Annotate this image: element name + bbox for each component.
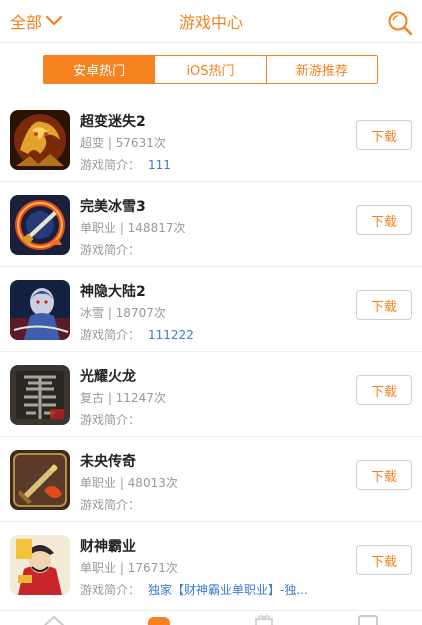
game-name[interactable]: 完美冰雪3 bbox=[80, 196, 146, 216]
intro-text: 111 bbox=[148, 158, 171, 172]
game-meta: 复古 | 11247次 bbox=[80, 391, 166, 405]
download-button[interactable]: 下载 bbox=[356, 290, 412, 320]
download-button[interactable]: 下载 bbox=[356, 205, 412, 235]
download-button[interactable]: 下载 bbox=[356, 545, 412, 575]
fortune-god-game-icon[interactable] bbox=[10, 535, 70, 595]
game-intro: 游戏简介： 111 bbox=[80, 156, 171, 173]
game-name[interactable]: 未央传奇 bbox=[80, 451, 136, 471]
game-list-item[interactable]: 超变迷失2 超变 | 57631次 游戏简介： 111 下载 bbox=[0, 97, 422, 182]
game-intro: 游戏简介： 111222 bbox=[80, 326, 194, 343]
game-intro: 游戏简介： 独家【财神霸业单职业】-独... bbox=[80, 581, 308, 598]
game-intro: 游戏简介： bbox=[80, 241, 148, 258]
intro-label: 游戏简介： bbox=[80, 243, 141, 257]
intro-label: 游戏简介： bbox=[80, 158, 141, 172]
game-list-item[interactable]: 光耀火龙 复古 | 11247次 游戏简介： 下载 bbox=[0, 352, 422, 437]
tab-ios-hot[interactable]: iOS热门 bbox=[154, 56, 266, 83]
game-meta: 单职业 | 148817次 bbox=[80, 221, 186, 235]
warrior-blue-game-icon[interactable] bbox=[10, 280, 70, 340]
download-button[interactable]: 下载 bbox=[356, 120, 412, 150]
gamepad-icon[interactable] bbox=[146, 614, 172, 625]
profile-icon[interactable] bbox=[356, 614, 380, 625]
game-meta: 超变 | 57631次 bbox=[80, 136, 166, 150]
game-list-item[interactable]: 财神霸业 单职业 | 17671次 游戏简介： 独家【财神霸业单职业】-独... … bbox=[0, 522, 422, 607]
download-button[interactable]: 下载 bbox=[356, 460, 412, 490]
golden-sword-game-icon[interactable] bbox=[10, 450, 70, 510]
game-name[interactable]: 超变迷失2 bbox=[80, 111, 146, 131]
intro-label: 游戏简介： bbox=[80, 583, 141, 597]
home-icon[interactable] bbox=[42, 614, 66, 625]
game-intro: 游戏简介： bbox=[80, 496, 148, 513]
intro-text: 独家【财神霸业单职业】-独... bbox=[148, 583, 308, 597]
platform-tabs: 安卓热门 iOS热门 新游推荐 bbox=[43, 55, 378, 84]
game-meta: 单职业 | 17671次 bbox=[80, 561, 178, 575]
game-name[interactable]: 神隐大陆2 bbox=[80, 281, 146, 301]
search-icon[interactable] bbox=[386, 9, 414, 37]
game-list: 超变迷失2 超变 | 57631次 游戏简介： 111 下载 完美冰雪3 单职业 … bbox=[0, 97, 422, 607]
game-list-item[interactable]: 神隐大陆2 冰雪 | 18707次 游戏简介： 111222 下载 bbox=[0, 267, 422, 352]
game-name[interactable]: 光耀火龙 bbox=[80, 366, 136, 386]
intro-label: 游戏简介： bbox=[80, 498, 141, 512]
intro-text: 111222 bbox=[148, 328, 194, 342]
fire-ring-game-icon[interactable] bbox=[10, 195, 70, 255]
game-list-item[interactable]: 未央传奇 单职业 | 48013次 游戏简介： 下载 bbox=[0, 437, 422, 522]
bottom-nav-bar bbox=[0, 610, 422, 625]
intro-label: 游戏简介： bbox=[80, 328, 141, 342]
page-title: 游戏中心 bbox=[178, 13, 243, 32]
game-name[interactable]: 财神霸业 bbox=[80, 536, 136, 556]
game-meta: 冰雪 | 18707次 bbox=[80, 306, 166, 320]
game-intro: 游戏简介： bbox=[80, 411, 148, 428]
intro-label: 游戏简介： bbox=[80, 413, 141, 427]
game-meta: 单职业 | 48013次 bbox=[80, 476, 178, 490]
tab-android-hot[interactable]: 安卓热门 bbox=[44, 56, 155, 83]
header-bar: 全部 游戏中心 bbox=[0, 0, 422, 43]
tab-new-games[interactable]: 新游推荐 bbox=[265, 56, 377, 83]
game-list-item[interactable]: 完美冰雪3 单职业 | 148817次 游戏简介： 下载 bbox=[0, 182, 422, 267]
download-button[interactable]: 下载 bbox=[356, 375, 412, 405]
gift-icon[interactable] bbox=[252, 614, 276, 625]
dragon-character-game-icon[interactable] bbox=[10, 365, 70, 425]
dragon-gold-game-icon[interactable] bbox=[10, 110, 70, 170]
